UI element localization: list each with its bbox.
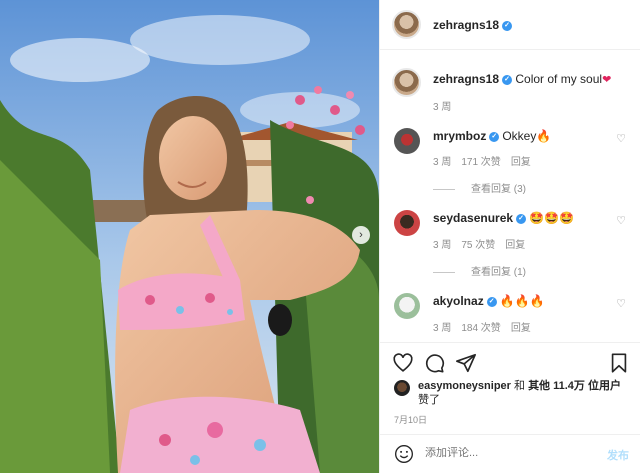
post-photo[interactable]: › (0, 0, 379, 473)
header-username[interactable]: zehragns18 ✓ (433, 18, 513, 32)
caption-username[interactable]: zehragns18 (433, 72, 499, 86)
caption-time: 3 周 (433, 102, 452, 113)
comment-body: 🔥🔥🔥 (499, 294, 545, 308)
comment: seydasenurek ✓ 🤩🤩🤩 (433, 211, 574, 225)
commenter-avatar[interactable] (394, 293, 420, 319)
reply-button[interactable]: 回复 (511, 157, 531, 168)
reply-button[interactable]: 回复 (511, 323, 531, 334)
comment-time: 3 周 (433, 323, 452, 334)
commenter-avatar[interactable] (394, 128, 420, 154)
comment-likes[interactable]: 75 次赞 (461, 240, 495, 251)
heart-emoji: ❤ (602, 74, 612, 86)
comment-likes[interactable]: 171 次赞 (461, 157, 500, 168)
comment-username[interactable]: akyolnaz (433, 294, 484, 308)
comment-meta: 3 周 75 次赞 回复 (433, 236, 535, 251)
reply-button[interactable]: 回复 (505, 240, 525, 251)
next-arrow-icon[interactable]: › (352, 226, 370, 244)
comment-meta: 3 周 184 次赞 回复 (433, 319, 541, 334)
avatar[interactable] (392, 10, 421, 39)
commenter-avatar[interactable] (394, 210, 420, 236)
divider (433, 271, 455, 273)
post-date[interactable]: 7月10日 (394, 413, 427, 426)
caption: zehragns18 ✓ Color of my soul❤ (433, 72, 611, 86)
comment: mrymboz ✓ Okkey🔥 (433, 129, 551, 143)
post-sidebar: zehragns18 ✓ zehragns18 ✓ Color of my soul… (379, 0, 640, 473)
likes-connector: 和 (514, 380, 525, 392)
comment-body: 🤩🤩🤩 (529, 211, 574, 225)
verified-icon: ✓ (502, 74, 513, 85)
comment-likes[interactable]: 184 次赞 (461, 323, 500, 334)
comment-username[interactable]: mrymboz (433, 129, 486, 143)
comment: akyolnaz ✓ 🔥🔥🔥 (433, 294, 545, 308)
comment-like-heart-icon[interactable]: ♡ (616, 134, 626, 145)
verified-icon: ✓ (516, 213, 527, 224)
post-header: zehragns18 ✓ (380, 0, 640, 50)
verified-icon: ✓ (502, 20, 513, 31)
comment-icon[interactable] (423, 352, 445, 374)
photo-illustration (0, 0, 379, 473)
comment-username[interactable]: seydasenurek (433, 211, 513, 225)
comment-body: Okkey🔥 (502, 129, 552, 143)
verified-icon: ✓ (489, 131, 500, 142)
action-bar (380, 342, 640, 382)
divider (433, 188, 455, 190)
add-comment-bar: 发布 (380, 434, 640, 473)
likes-suffix: 赞了 (418, 394, 440, 406)
comment-time: 3 周 (433, 157, 452, 168)
comment-time: 3 周 (433, 240, 452, 251)
view-replies[interactable]: 查看回复 (3) (433, 180, 526, 195)
share-icon[interactable] (455, 352, 477, 374)
caption-avatar[interactable] (392, 68, 421, 97)
bookmark-icon[interactable] (608, 352, 630, 374)
comment-meta: 3 周 171 次赞 回复 (433, 153, 541, 168)
view-replies[interactable]: 查看回复 (1) (433, 263, 526, 278)
liker-avatar[interactable] (394, 380, 410, 396)
comment-like-heart-icon[interactable]: ♡ (616, 216, 626, 227)
instagram-post: › zehragns18 ✓ zehragns18 ✓ Color of my so… (0, 0, 640, 473)
caption-body: Color of my soul (515, 72, 603, 86)
emoji-icon[interactable] (394, 444, 414, 464)
liker-username[interactable]: easymoneysniper (418, 380, 511, 392)
heart-icon[interactable] (392, 352, 414, 374)
likes-others[interactable]: 其他 11.4万 位用户 (528, 380, 621, 392)
likes-text: easymoneysniper 和 其他 11.4万 位用户 赞了 (418, 379, 621, 407)
verified-icon: ✓ (486, 296, 497, 307)
comment-input[interactable] (425, 447, 575, 459)
post-comment-button[interactable]: 发布 (607, 447, 629, 463)
view-replies-label[interactable]: 查看回复 (1) (471, 267, 526, 278)
view-replies-label[interactable]: 查看回复 (3) (471, 184, 526, 195)
comment-like-heart-icon[interactable]: ♡ (616, 299, 626, 310)
